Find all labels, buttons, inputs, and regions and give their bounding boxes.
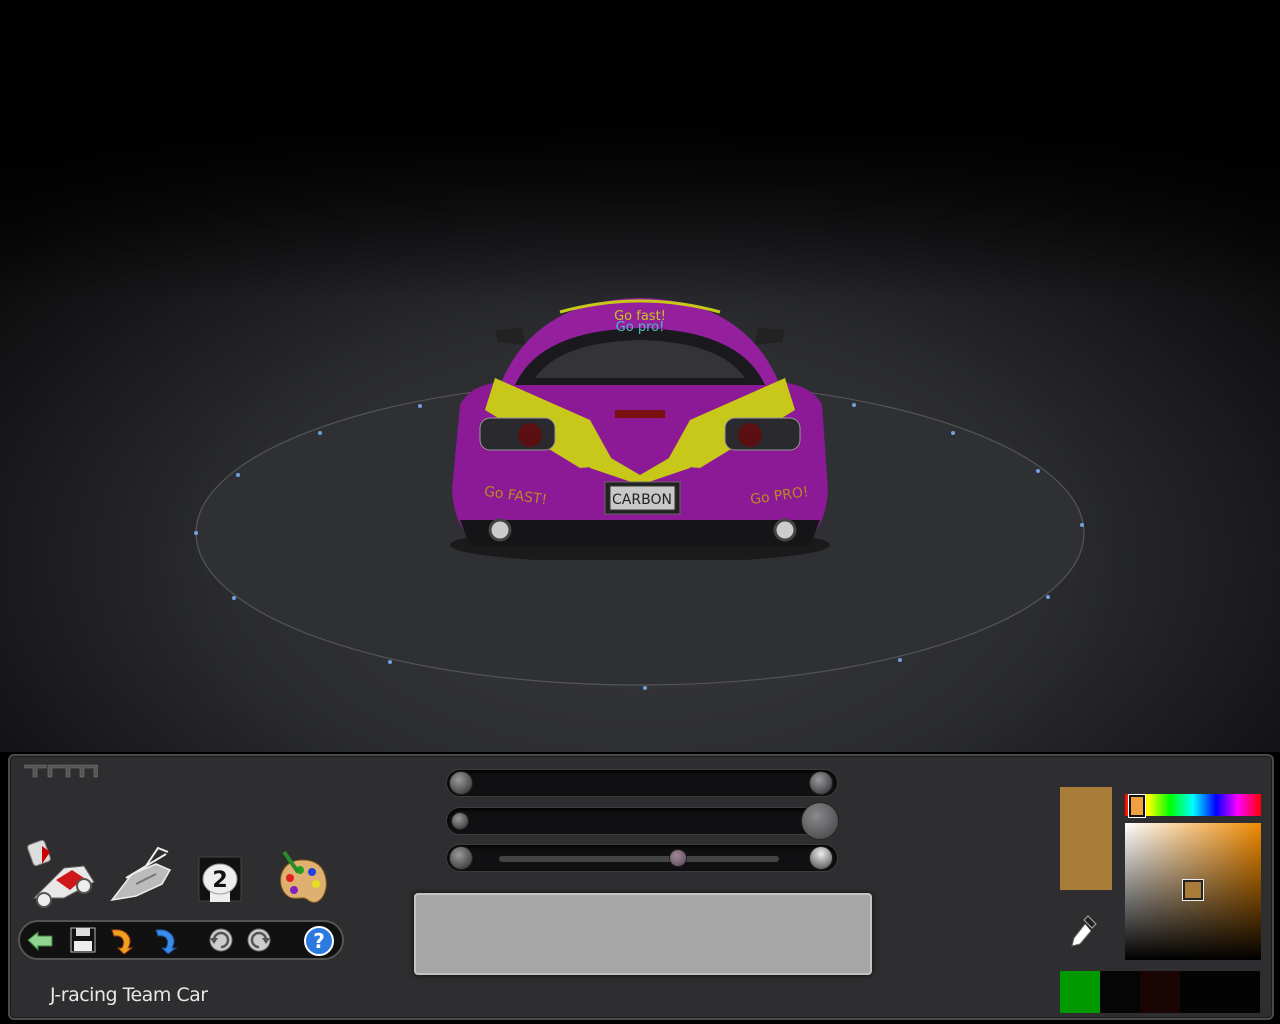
eyedropper-icon[interactable] [1068, 914, 1098, 950]
slider-2-knob[interactable] [801, 802, 839, 840]
undo-button[interactable] [106, 926, 136, 955]
palette-chip-1[interactable] [1060, 971, 1100, 1013]
color-palette [1060, 971, 1260, 1013]
rotate-left-button[interactable] [206, 926, 236, 954]
back-arrow-icon [27, 930, 53, 952]
slider-3-knob-left[interactable] [449, 846, 473, 870]
rotate-right-button[interactable] [244, 926, 274, 954]
undo-arrow-icon [111, 929, 134, 955]
trackmania-logo [24, 764, 98, 778]
slider-2-knob-min[interactable] [451, 812, 469, 830]
hue-bar[interactable] [1125, 794, 1261, 816]
slider-3-track [499, 856, 779, 862]
slider-1-knob-left[interactable] [449, 771, 473, 795]
slider-3-thumb[interactable] [669, 849, 687, 867]
slider-3[interactable] [446, 844, 838, 872]
text-input-area[interactable] [414, 893, 872, 975]
palette-chip-2[interactable] [1100, 971, 1140, 1013]
car-preview-viewport[interactable]: Go fast! Go pro! Go FAST! Go PRO! CARBON [0, 0, 1280, 752]
paint-palette-icon [280, 850, 327, 903]
save-button[interactable] [68, 926, 98, 954]
car-name-label: J-racing Team Car [50, 984, 208, 1006]
palette-chip-5[interactable] [1220, 971, 1260, 1013]
slider-3-knob-right[interactable] [809, 846, 833, 870]
main-toolbar: ? [18, 920, 344, 960]
rotate-right-icon [247, 928, 271, 952]
hue-marker[interactable] [1129, 795, 1145, 817]
car-paint-icon [27, 839, 95, 908]
help-button[interactable]: ? [304, 926, 334, 956]
roof-decal-text-2: Go pro! [616, 320, 665, 335]
race-number-icon: 2 [198, 856, 242, 902]
model-tool[interactable] [106, 844, 176, 910]
slider-1-knob-right[interactable] [809, 771, 833, 795]
redo-arrow-icon [155, 929, 178, 955]
selected-color-swatch [1060, 787, 1112, 890]
car-model: Go fast! Go pro! Go FAST! Go PRO! CARBON [450, 298, 830, 560]
question-mark-icon: ? [304, 926, 334, 956]
slider-1[interactable] [446, 769, 838, 797]
palette-tool[interactable] [274, 850, 330, 910]
rotate-left-icon [209, 928, 233, 952]
palette-chip-3[interactable] [1140, 971, 1180, 1013]
number-tool[interactable]: 2 [198, 856, 242, 906]
race-number-label: 2 [212, 868, 227, 893]
back-button[interactable] [26, 926, 56, 954]
editor-panel: 2 ? J-racing Team Car [8, 754, 1274, 1020]
floppy-disk-icon [70, 927, 96, 953]
color-marker[interactable] [1183, 880, 1203, 900]
palette-chip-4[interactable] [1180, 971, 1220, 1013]
help-label: ? [313, 929, 325, 953]
viewport-backdrop [0, 0, 1280, 300]
slider-2[interactable] [446, 802, 839, 840]
car-wireframe-icon [110, 846, 172, 902]
redo-button[interactable] [150, 926, 180, 955]
license-plate: CARBON [612, 492, 672, 508]
paint-car-tool[interactable] [24, 838, 100, 918]
